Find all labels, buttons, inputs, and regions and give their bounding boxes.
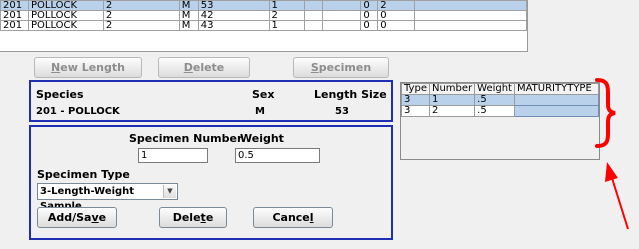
new-length-button[interactable]: New Length [34,57,142,78]
table-row[interactable]: 201 POLLOCK 2 M 42 2 0 0 [0,10,527,21]
column-header[interactable]: Number [428,83,476,95]
specimen-number-field[interactable]: 1 [138,148,208,163]
table-cell[interactable]: 2 [102,0,180,11]
cancel-button[interactable]: Cancel [253,207,333,228]
chevron-down-icon[interactable]: ▼ [163,185,176,198]
delete-length-button[interactable]: Delete [158,57,250,78]
catch-table-panel: 201 POLLOCK 2 M 53 1 0 2 201 POLLOCK 2 M 42 2 0 0 201 POL… [0,0,528,52]
sex-value: M [255,106,265,117]
table-cell[interactable]: 201 [0,10,29,21]
new-length-label-rest: ew Length [60,61,125,74]
table-row[interactable]: 201 POLLOCK 2 M 43 1 0 0 [0,20,527,31]
weight-field[interactable]: 0.5 [235,148,320,163]
table-cell[interactable]: POLLOCK [27,0,104,11]
new-length-mnemonic: N [51,61,61,74]
delete-length-label-rest: elete [192,61,225,74]
table-cell[interactable]: 201 [0,0,29,11]
table-cell[interactable]: 3 [401,94,430,106]
table-cell[interactable] [513,105,600,117]
table-cell[interactable]: 201 [0,20,29,31]
column-header[interactable]: Type [401,83,430,95]
table-cell[interactable]: M [178,0,199,11]
table-cell[interactable]: 2 [428,105,476,117]
table-cell[interactable]: POLLOCK [27,10,104,21]
table-cell[interactable] [414,10,527,21]
table-cell[interactable]: M [178,20,199,31]
table-cell[interactable]: M [178,10,199,21]
catch-table: 201 POLLOCK 2 M 53 1 0 2 201 POLLOCK 2 M 42 2 0 0 201 POL… [0,0,527,31]
add-save-mnemonic: v [91,211,99,224]
table-cell[interactable]: 2 [102,20,180,31]
table-cell[interactable]: .5 [474,94,515,106]
red-arrow-shaft [611,177,629,230]
species-label: Species [36,88,84,101]
add-save-label-rest: e [98,211,107,224]
table-cell[interactable]: 0 [360,20,379,31]
table-cell[interactable]: 53 [197,0,270,11]
table-cell[interactable]: 3 [401,105,430,117]
column-header[interactable]: Weight [474,83,515,95]
delete-length-mnemonic: D [183,61,193,74]
specimen-number-label: Specimen Number [129,132,243,145]
table-row[interactable]: 3 2.5 [401,105,600,117]
table-cell[interactable]: 1 [268,20,306,31]
table-cell[interactable]: 0 [377,10,416,21]
delete-specimen-label-rest: e [205,211,214,224]
specimen-form-panel: Specimen Number Weight 1 0.5 Specimen Ty… [29,125,393,240]
table-cell[interactable]: 1 [428,94,476,106]
table-cell[interactable] [322,10,362,21]
specimen-label-rest: pecimen [318,61,372,74]
maturity-header-row: Type Number Weight MATURITYTYPE [401,83,600,95]
table-cell[interactable] [322,20,362,31]
maturity-table-panel: Type Number Weight MATURITYTYPE 3 1.5 3 2.5 [400,82,600,160]
specimen-type-select[interactable]: 3-Length-Weight Sample ▼ [37,183,178,212]
table-cell[interactable]: 2 [377,0,416,11]
specimen-mnemonic: S [310,61,319,74]
table-cell[interactable] [322,0,362,11]
species-value: 201 - POLLOCK [36,106,120,117]
add-save-label: Add/Sa [47,211,92,224]
specimen-button[interactable]: Specimen [293,57,389,78]
table-cell[interactable]: 1 [268,0,306,11]
maturity-table-body: 3 1.5 3 2.5 [401,94,600,117]
maturity-table: Type Number Weight MATURITYTYPE 3 1.5 3 2.5 [401,83,600,117]
table-cell[interactable]: 0 [360,0,379,11]
table-cell[interactable]: 43 [197,20,270,31]
catch-table-body: 201 POLLOCK 2 M 53 1 0 2 201 POLLOCK 2 M 42 2 0 0 201 POL… [0,0,527,31]
table-cell[interactable]: .5 [474,105,515,117]
table-cell[interactable]: 0 [360,10,379,21]
table-cell[interactable] [414,20,527,31]
cancel-label: Cance [272,211,310,224]
add-save-button[interactable]: Add/Save [37,207,117,228]
table-cell[interactable] [513,94,600,106]
table-row[interactable]: 201 POLLOCK 2 M 53 1 0 2 [0,0,527,11]
table-cell[interactable]: 42 [197,10,270,21]
length-size-label: Length Size [314,88,387,101]
table-cell[interactable]: 2 [102,10,180,21]
red-arrow-head-icon [605,162,618,182]
delete-specimen-label: Dele [172,211,201,224]
delete-specimen-button[interactable]: Delete [159,207,227,228]
table-cell[interactable] [304,0,324,11]
table-cell[interactable] [304,10,324,21]
sex-label: Sex [252,88,275,101]
length-size-value: 53 [335,106,349,117]
weight-label: Weight [240,132,284,145]
table-row[interactable]: 3 1.5 [401,94,600,106]
table-cell[interactable] [414,0,527,11]
table-cell[interactable]: 0 [377,20,416,31]
table-cell[interactable] [304,20,324,31]
specimen-type-label: Specimen Type [37,168,130,181]
length-summary-panel: Species Sex Length Size 201 - POLLOCK M … [29,80,393,122]
table-cell[interactable]: 2 [268,10,306,21]
red-annotation [595,78,629,230]
red-brace-icon [595,78,616,148]
table-cell[interactable]: POLLOCK [27,20,104,31]
cancel-mnemonic: l [309,211,314,224]
column-header[interactable]: MATURITYTYPE [513,83,600,95]
